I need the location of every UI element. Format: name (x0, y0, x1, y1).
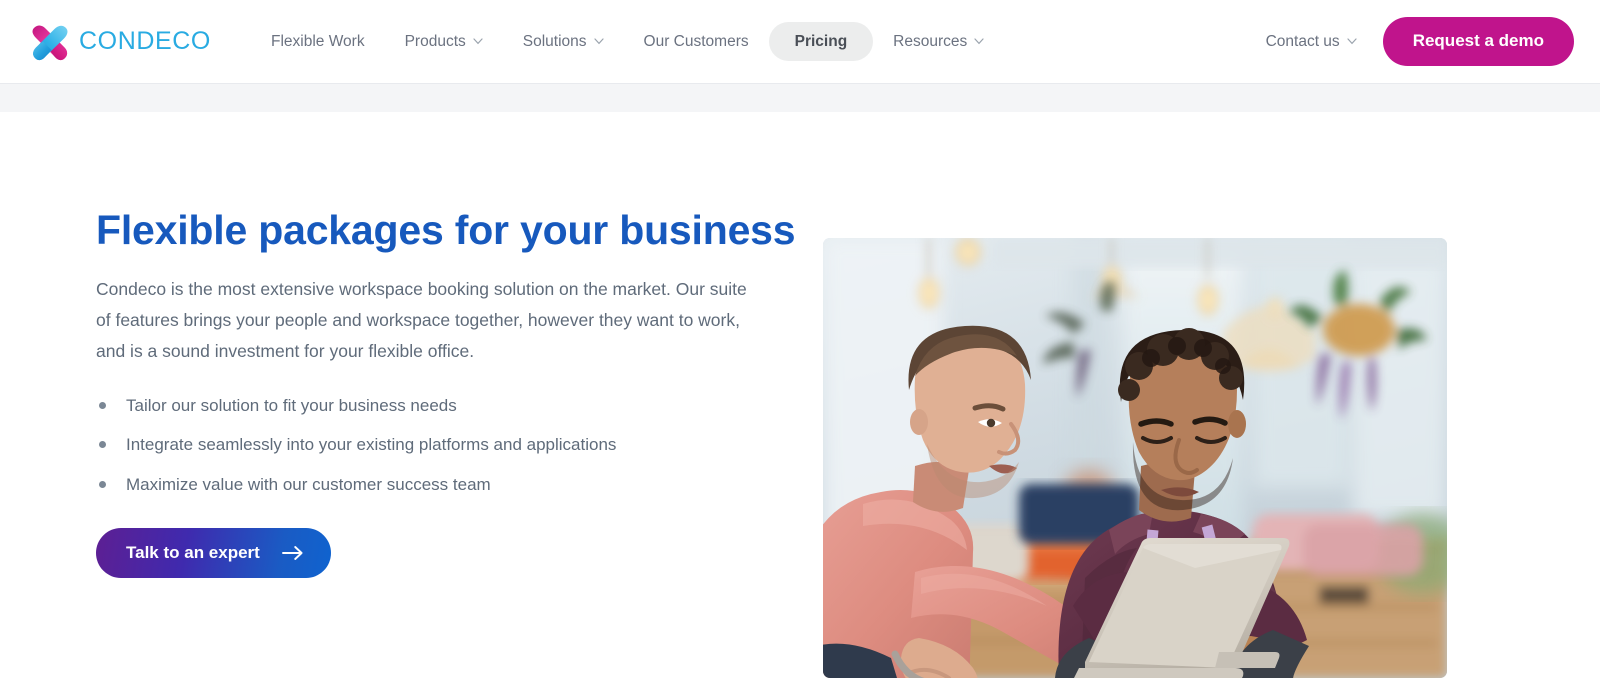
nav-item-label: Resources (893, 32, 968, 50)
bullet-dot-icon (99, 441, 106, 449)
chevron-down-icon (974, 38, 984, 45)
brand-wordmark: CONDECO (79, 27, 211, 55)
list-item: Tailor our solution to fit your business… (96, 395, 776, 417)
sub-header-bar (0, 84, 1600, 112)
nav-item-label: Contact us (1265, 32, 1340, 50)
request-demo-button[interactable]: Request a demo (1382, 17, 1574, 66)
site-header: CONDECO Flexible Work Products Solutions… (0, 0, 1600, 84)
brand-logo-link[interactable]: CONDECO (28, 20, 211, 64)
list-item-label: Integrate seamlessly into your existing … (126, 435, 617, 455)
nav-item-our-customers[interactable]: Our Customers (624, 24, 769, 60)
nav-item-products[interactable]: Products (385, 24, 503, 60)
hero-photo (823, 238, 1447, 678)
talk-to-an-expert-label: Talk to an expert (126, 542, 260, 562)
nav-item-contact-us[interactable]: Contact us (1266, 33, 1357, 51)
nav-item-label: Pricing (794, 32, 848, 50)
nav-item-label: Flexible Work (270, 32, 365, 50)
hero-copy-column: Flexible packages for your business Cond… (96, 207, 796, 579)
primary-navigation: Flexible Work Products Solutions Our Cus… (251, 21, 1004, 62)
condeco-x-logo-icon (28, 20, 72, 64)
bullet-dot-icon (99, 480, 106, 488)
hero-section: Flexible packages for your business Cond… (0, 112, 1600, 678)
arrow-right-icon (281, 545, 304, 561)
list-item-label: Maximize value with our customer success… (126, 474, 491, 494)
hero-benefits-list: Tailor our solution to fit your business… (96, 395, 776, 495)
nav-item-pricing[interactable]: Pricing (768, 21, 874, 62)
nav-item-flexible-work[interactable]: Flexible Work (251, 24, 385, 60)
chevron-down-icon (1347, 38, 1357, 45)
page-title: Flexible packages for your business (96, 207, 796, 253)
nav-item-solutions[interactable]: Solutions (503, 24, 624, 60)
talk-to-an-expert-button[interactable]: Talk to an expert (96, 527, 331, 579)
list-item: Integrate seamlessly into your existing … (96, 434, 776, 456)
nav-item-label: Products (404, 32, 466, 50)
nav-item-label: Solutions (522, 32, 587, 50)
header-actions: Contact us Request a demo (1266, 17, 1574, 66)
chevron-down-icon (593, 38, 604, 45)
nav-item-label: Our Customers (643, 32, 749, 50)
nav-item-resources[interactable]: Resources (873, 24, 1004, 60)
list-item: Maximize value with our customer success… (96, 474, 776, 496)
list-item-label: Tailor our solution to fit your business… (126, 396, 457, 416)
chevron-down-icon (473, 38, 483, 45)
hero-paragraph: Condeco is the most extensive workspace … (96, 278, 747, 362)
bullet-dot-icon (99, 402, 106, 410)
